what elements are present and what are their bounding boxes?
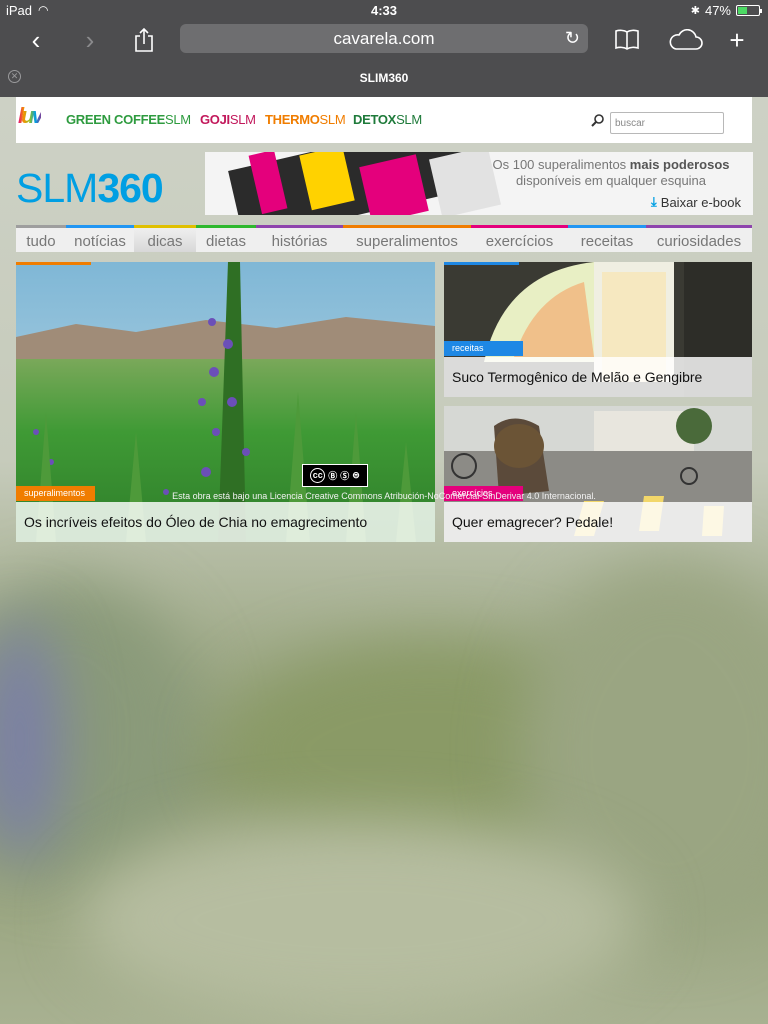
bluetooth-icon: ✱: [690, 5, 700, 17]
cc-icon: cc: [310, 468, 326, 483]
nav-item-dietas[interactable]: dietas: [196, 225, 256, 252]
brand-name: GREEN COFFEE: [66, 112, 165, 127]
ebook-banner[interactable]: Os 100 superalimentos mais poderosos dis…: [205, 152, 753, 215]
license-text: Esta obra está bajo una Licencia Creativ…: [172, 491, 596, 501]
safari-toolbar: ‹ › cavarela.com ↻ +: [0, 22, 768, 58]
status-bar: iPad ◠ 4:33 ✱ 47%: [0, 0, 768, 22]
browser-chrome: iPad ◠ 4:33 ✱ 47% ‹ › cavarela.com ↻ + ✕…: [0, 0, 768, 97]
nav-item-tudo[interactable]: tudo: [16, 225, 66, 252]
clock: 4:33: [370, 3, 398, 18]
nc-icon: Ⓢ: [340, 471, 350, 481]
brand-name: GOJI: [200, 112, 230, 127]
brand-suffix: SLM: [396, 112, 422, 127]
banner-line1: Os 100 superalimentos: [492, 157, 630, 172]
battery-percent: 47%: [704, 3, 731, 18]
category-nav: tudo notícias dicas dietas histórias superali…: [16, 225, 752, 252]
article-title[interactable]: Quer emagrecer? Pedale!: [444, 502, 752, 542]
article-title[interactable]: Suco Termogênico de Melão e Gengibre: [444, 357, 752, 397]
download-ebook-link[interactable]: ⤓ Baixar e-book: [651, 194, 741, 210]
brand-name: THERMO: [265, 112, 320, 127]
site-logo[interactable]: SLM360: [16, 164, 164, 212]
brand-logo-icon[interactable]: luv: [18, 103, 44, 129]
article-card-pedale[interactable]: exercícios Quer emagrecer? Pedale!: [444, 406, 752, 542]
brand-suffix: SLM: [319, 112, 346, 127]
cloud-tabs-icon[interactable]: [666, 24, 706, 56]
tab-bar: ✕ SLIM360: [0, 58, 768, 97]
article-tag[interactable]: receitas: [444, 341, 523, 356]
creative-commons-badge[interactable]: cc Ⓑ Ⓢ ⊜: [302, 464, 368, 487]
banner-text: Os 100 superalimentos mais poderosos dis…: [481, 157, 741, 189]
nav-item-dicas[interactable]: dicas: [134, 225, 196, 252]
new-tab-icon[interactable]: +: [721, 24, 753, 56]
article-title[interactable]: Os incríveis efeitos do Óleo de Chia no …: [16, 502, 435, 542]
tab-title[interactable]: SLIM360: [0, 71, 768, 85]
site-header: SLM360 Os 100 superalimentos mais podero…: [16, 152, 753, 236]
web-page: luv GREEN COFFEESLM GOJISLM THERMOSLM DE…: [16, 97, 753, 542]
bookmarks-icon[interactable]: [611, 24, 643, 56]
by-icon: Ⓑ: [328, 471, 338, 481]
brand-green-coffee[interactable]: GREEN COFFEESLM: [66, 112, 191, 127]
share-icon[interactable]: [128, 24, 160, 56]
nd-icon: ⊜: [352, 470, 360, 480]
brand-detox[interactable]: DETOXSLM: [353, 112, 422, 127]
category-accent-line: [16, 262, 91, 265]
category-accent-line: [444, 262, 519, 265]
download-icon: ⤓: [651, 194, 657, 209]
logo-number: 360: [97, 165, 163, 211]
forward-icon[interactable]: ›: [74, 24, 106, 56]
logo-text: SLM: [16, 165, 98, 211]
brand-thermo[interactable]: THERMOSLM: [265, 112, 346, 127]
article-card-suco[interactable]: receitas Suco Termogênico de Melão e Gen…: [444, 262, 752, 397]
battery-icon: [736, 5, 762, 16]
search-input[interactable]: [610, 112, 724, 134]
brand-suffix: SLM: [229, 112, 256, 127]
brand-bar: luv GREEN COFFEESLM GOJISLM THERMOSLM DE…: [16, 97, 752, 143]
nav-item-receitas[interactable]: receitas: [568, 225, 646, 252]
nav-item-superalimentos[interactable]: superalimentos: [343, 225, 471, 252]
nav-item-curiosidades[interactable]: curiosidades: [646, 225, 752, 252]
search-icon[interactable]: [591, 114, 604, 127]
nav-item-exercícios[interactable]: exercícios: [471, 225, 568, 252]
banner-line1-bold: mais poderosos: [629, 157, 730, 172]
nav-item-histórias[interactable]: histórias: [256, 225, 343, 252]
brand-goji[interactable]: GOJISLM: [200, 112, 256, 127]
address-bar[interactable]: cavarela.com ↻: [180, 24, 588, 53]
brand-suffix: SLM: [164, 112, 191, 127]
download-label: Baixar e-book: [660, 194, 741, 210]
banner-line2: disponíveis em qualquer esquina: [515, 173, 707, 188]
back-icon[interactable]: ‹: [20, 24, 52, 56]
url-text: cavarela.com: [333, 29, 435, 48]
brand-name: DETOX: [353, 112, 397, 127]
nav-item-notícias[interactable]: notícias: [66, 225, 134, 252]
reload-icon[interactable]: ↻: [565, 24, 580, 53]
